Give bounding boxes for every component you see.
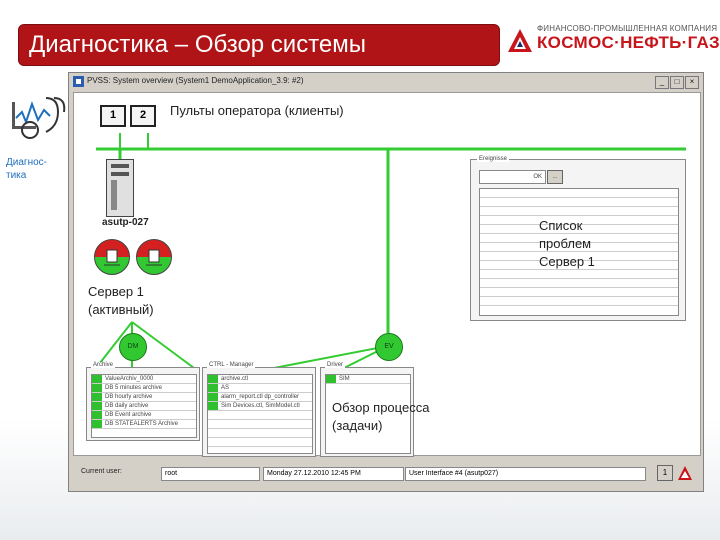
problems-label-line3: Сервер 1 xyxy=(539,254,595,269)
operator-console-2[interactable]: 2 xyxy=(130,105,156,127)
list-item[interactable]: AS xyxy=(221,385,229,391)
server-label-line1: Сервер 1 xyxy=(88,284,144,299)
overview-canvas: 1 2 Пульты оператора (клиенты) asutp-027… xyxy=(73,92,701,457)
logo-tagline: ФИНАНСОВО-ПРОМЫШЛЕННАЯ КОМПАНИЯ xyxy=(537,24,718,33)
problems-label-line1: Список xyxy=(539,218,583,233)
side-label: Диагнос- тика xyxy=(6,156,66,182)
logo-name: КОСМОС·НЕФТЬ·ГАЗ xyxy=(537,33,720,52)
list-item[interactable]: alarm_report.ctl dp_controller xyxy=(221,394,299,400)
list-item[interactable]: ValueArchiv_0000 xyxy=(105,376,153,382)
maximize-button[interactable]: □ xyxy=(670,76,684,89)
status-bar: Current user: root Monday 27.12.2010 12:… xyxy=(69,463,703,483)
minimize-button[interactable]: _ xyxy=(655,76,669,89)
system-overview-window: PVSS: System overview (System1 DemoAppli… xyxy=(68,72,704,492)
slide-title: Диагностика – Обзор системы xyxy=(29,31,367,58)
worker-icon xyxy=(104,249,120,266)
archive-title: Archive xyxy=(91,362,116,368)
server-status-indicator-1[interactable] xyxy=(94,239,130,275)
worker-icon xyxy=(146,249,162,266)
datetime-field: Monday 27.12.2010 12:45 PM xyxy=(263,467,404,481)
process-label-line2: (задачи) xyxy=(332,418,383,433)
node-ev[interactable]: EV xyxy=(375,333,403,361)
user-interface-field: User Interface #4 (asutp027) xyxy=(405,467,646,481)
archive-panel: Archive ValueArchiv_0000 DB 5 minutes ar… xyxy=(86,362,200,441)
server-label-line2: (активный) xyxy=(88,302,154,317)
list-item[interactable]: SIM xyxy=(339,376,350,382)
list-item[interactable]: DB hourly archive xyxy=(105,394,152,400)
problems-more-button[interactable]: ... xyxy=(547,170,563,184)
app-icon xyxy=(73,76,84,87)
problems-label-line2: проблем xyxy=(539,236,592,251)
operator-console-1[interactable]: 1 xyxy=(100,105,126,127)
process-label-line1: Обзор процесса xyxy=(332,400,430,415)
current-user-label: Current user: xyxy=(81,468,122,475)
problems-ok-field[interactable]: OK xyxy=(479,170,546,184)
process-label: Обзор процесса (задачи) xyxy=(332,399,429,435)
list-item[interactable]: DB 5 minutes archive xyxy=(105,385,162,391)
node-dm[interactable]: DM xyxy=(119,333,147,361)
list-item[interactable]: Sim Devices.ctl, SimModel.ctl xyxy=(221,403,300,409)
server-tower-icon[interactable] xyxy=(106,159,134,217)
page-number-button[interactable]: 1 xyxy=(657,465,673,481)
list-item[interactable]: DB STATEALERTS Archive xyxy=(105,421,178,427)
ctrl-manager-panel: CTRL - Manager archive.ctl AS alarm_repo… xyxy=(202,362,316,457)
side-label-line2: тика xyxy=(6,170,27,181)
server-label: Сервер 1 (активный) xyxy=(88,283,154,319)
problems-label: Список проблем Сервер 1 xyxy=(539,217,595,271)
server-status-indicator-2[interactable] xyxy=(136,239,172,275)
company-emblem-icon xyxy=(678,466,692,480)
current-user-field: root xyxy=(161,467,260,481)
clients-label: Пульты оператора (клиенты) xyxy=(170,103,344,118)
side-label-line1: Диагнос- xyxy=(6,157,47,168)
close-button[interactable]: × xyxy=(685,76,699,89)
list-item[interactable]: DB Event archive xyxy=(105,412,151,418)
problems-panel-title: Ereignisse xyxy=(477,156,510,162)
ctrl-title: CTRL - Manager xyxy=(207,362,256,368)
server-host: asutp-027 xyxy=(102,217,149,228)
window-title: PVSS: System overview (System1 DemoAppli… xyxy=(87,76,304,85)
archive-list[interactable]: ValueArchiv_0000 DB 5 minutes archive DB… xyxy=(91,374,197,438)
company-logo: ФИНАНСОВО-ПРОМЫШЛЕННАЯ КОМПАНИЯ КОСМОС·Н… xyxy=(505,24,720,60)
logo-emblem-icon xyxy=(508,29,532,52)
ctrl-list[interactable]: archive.ctl AS alarm_report.ctl dp_contr… xyxy=(207,374,313,454)
list-item[interactable]: archive.ctl xyxy=(221,376,248,382)
diagnostics-icon xyxy=(12,97,66,139)
driver-title: Driver xyxy=(325,362,345,368)
list-item[interactable]: DB daily archive xyxy=(105,403,148,409)
slide-title-bar: Диагностика – Обзор системы xyxy=(18,24,500,66)
window-titlebar: PVSS: System overview (System1 DemoAppli… xyxy=(69,73,703,91)
